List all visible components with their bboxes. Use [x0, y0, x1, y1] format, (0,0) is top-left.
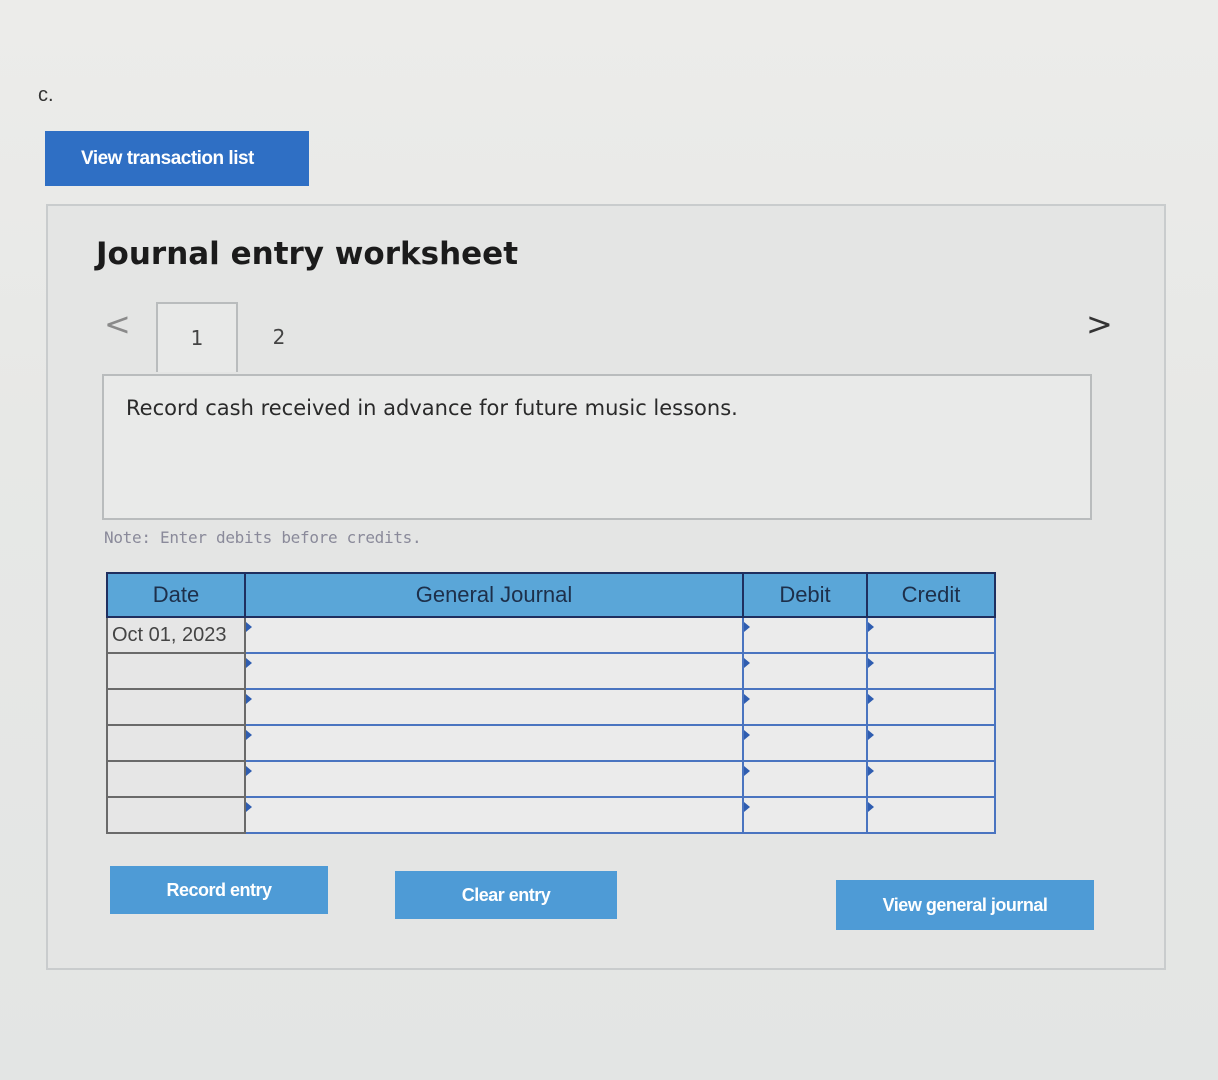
date-cell [106, 724, 246, 762]
debit-input[interactable] [742, 796, 868, 834]
debit-input[interactable] [742, 724, 868, 762]
debit-input[interactable] [742, 688, 868, 726]
account-input[interactable] [244, 688, 744, 726]
date-cell [106, 652, 246, 690]
journal-entry-table: Date General Journal Debit Credit Oct 01… [106, 572, 996, 834]
record-entry-button[interactable]: Record entry [110, 866, 328, 914]
debit-input[interactable] [742, 616, 868, 654]
account-input[interactable] [244, 616, 744, 654]
view-general-journal-button[interactable]: View general journal [836, 880, 1094, 930]
account-input[interactable] [244, 724, 744, 762]
table-row: Oct 01, 2023 [106, 616, 996, 654]
credit-input[interactable] [866, 760, 996, 798]
debit-input[interactable] [742, 652, 868, 690]
worksheet-title: Journal entry worksheet [96, 236, 519, 272]
credit-input[interactable] [866, 652, 996, 690]
entry-note: Note: Enter debits before credits. [104, 528, 422, 547]
date-cell [106, 796, 246, 834]
account-input[interactable] [244, 796, 744, 834]
credit-input[interactable] [866, 616, 996, 654]
credit-input[interactable] [866, 724, 996, 762]
date-cell [106, 760, 246, 798]
tab-entry-1[interactable]: 1 [156, 302, 238, 372]
transaction-description-box: Record cash received in advance for futu… [102, 374, 1092, 520]
date-cell [106, 688, 246, 726]
table-header-row: Date General Journal Debit Credit [106, 572, 996, 618]
account-input[interactable] [244, 652, 744, 690]
date-cell: Oct 01, 2023 [106, 616, 246, 654]
table-row [106, 760, 996, 798]
journal-entry-worksheet-panel: Journal entry worksheet < 1 2 > Record c… [46, 204, 1166, 970]
clear-entry-button[interactable]: Clear entry [395, 871, 617, 919]
view-transaction-list-button[interactable]: View transaction list [45, 131, 309, 186]
transaction-description: Record cash received in advance for futu… [126, 396, 738, 420]
credit-input[interactable] [866, 688, 996, 726]
next-arrow-icon[interactable]: > [1086, 308, 1113, 340]
table-row [106, 796, 996, 834]
debit-input[interactable] [742, 760, 868, 798]
column-header-credit: Credit [866, 572, 996, 618]
column-header-general-journal: General Journal [244, 572, 744, 618]
tab-entry-2[interactable]: 2 [244, 302, 314, 372]
table-row [106, 724, 996, 762]
credit-input[interactable] [866, 796, 996, 834]
account-input[interactable] [244, 760, 744, 798]
column-header-debit: Debit [742, 572, 868, 618]
column-header-date: Date [106, 572, 246, 618]
part-label: c. [38, 84, 54, 106]
table-row [106, 688, 996, 726]
previous-arrow-icon[interactable]: < [104, 308, 131, 340]
table-row [106, 652, 996, 690]
